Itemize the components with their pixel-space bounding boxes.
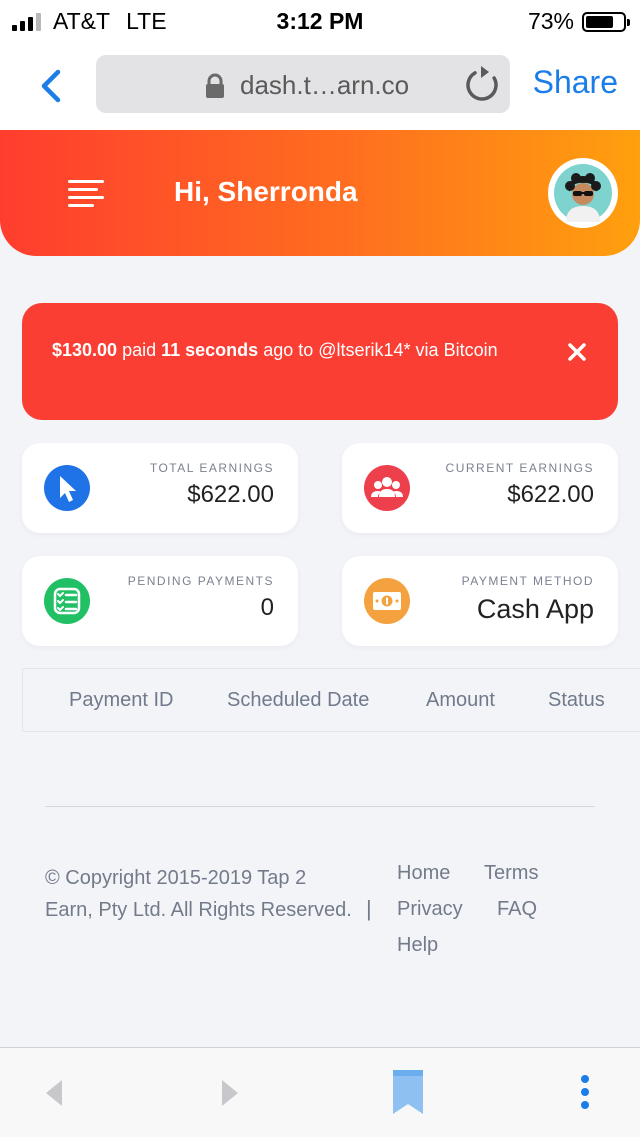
footer-separator: | — [366, 896, 372, 921]
greeting-title: Hi, Sherronda — [174, 176, 358, 207]
chevron-left-icon — [41, 69, 61, 103]
current-earnings-card: CURRENT EARNINGS $622.00 — [342, 443, 618, 533]
column-status[interactable]: Status — [548, 689, 605, 712]
current-earnings-label: CURRENT EARNINGS — [445, 461, 594, 475]
column-scheduled-date[interactable]: Scheduled Date — [227, 689, 369, 712]
avatar[interactable] — [548, 158, 618, 228]
total-earnings-card: TOTAL EARNINGS $622.00 — [22, 443, 298, 533]
status-bar: AT&T LTE 3:12 PM 73% — [0, 0, 640, 42]
alert-text-via: via — [410, 340, 444, 360]
pending-payments-label: PENDING PAYMENTS — [127, 574, 274, 588]
footer-link-privacy[interactable]: Privacy — [397, 898, 463, 921]
app-header: Hi, Sherronda — [0, 130, 640, 256]
cursor-icon — [44, 465, 90, 511]
battery-icon — [582, 11, 630, 32]
share-button[interactable]: Share — [533, 64, 618, 101]
back-arrow-icon[interactable] — [42, 1078, 64, 1108]
footer-divider — [45, 806, 595, 807]
alert-recipient: @ltserik14* — [318, 340, 411, 360]
column-amount[interactable]: Amount — [426, 689, 495, 712]
more-icon[interactable] — [578, 1074, 592, 1110]
url-text: dash.t…arn.co — [240, 70, 410, 100]
browser-address-bar: dash.t…arn.co Share — [0, 42, 640, 130]
user-avatar-icon — [554, 164, 612, 222]
alert-method: Bitcoin — [443, 340, 498, 360]
footer-link-help[interactable]: Help — [397, 934, 438, 957]
payment-method-value: Cash App — [476, 594, 594, 624]
footer-link-faq[interactable]: FAQ — [497, 898, 537, 921]
menu-icon[interactable] — [68, 180, 108, 210]
browser-toolbar — [0, 1047, 640, 1137]
footer-link-home[interactable]: Home — [397, 862, 450, 885]
checklist-icon — [44, 578, 90, 624]
battery-percent: 73% — [527, 8, 574, 34]
status-right: 73% — [527, 8, 630, 35]
url-field[interactable]: dash.t…arn.co — [96, 55, 510, 113]
bookmark-icon[interactable] — [391, 1068, 425, 1116]
copyright-text: © Copyright 2015-2019 Tap 2 Earn, Pty Lt… — [45, 867, 352, 921]
close-icon[interactable] — [566, 341, 588, 363]
alert-text-ago-to: ago to — [258, 340, 319, 360]
total-earnings-value: $622.00 — [187, 481, 274, 508]
alert-amount: $130.00 — [52, 340, 118, 360]
current-earnings-value: $622.00 — [507, 481, 594, 508]
pending-payments-card: PENDING PAYMENTS 0 — [22, 556, 298, 646]
reload-icon[interactable] — [462, 65, 502, 105]
payment-method-label: PAYMENT METHOD — [461, 574, 594, 588]
cash-icon — [364, 578, 410, 624]
forward-arrow-icon[interactable] — [220, 1078, 242, 1108]
footer-link-terms[interactable]: Terms — [484, 862, 538, 885]
alert-message: $130.00 paid 11 seconds ago to @ltserik1… — [52, 336, 522, 365]
users-icon — [364, 465, 410, 511]
back-button[interactable] — [30, 64, 74, 108]
alert-text-paid: paid — [117, 340, 162, 360]
column-payment-id[interactable]: Payment ID — [69, 689, 173, 712]
lock-icon — [206, 73, 224, 98]
pending-payments-value: 0 — [260, 594, 274, 621]
alert-time-ago: 11 seconds — [161, 340, 259, 360]
total-earnings-label: TOTAL EARNINGS — [149, 461, 274, 475]
payments-table-header: Payment ID Scheduled Date Amount Status — [22, 668, 640, 732]
payment-alert: $130.00 paid 11 seconds ago to @ltserik1… — [22, 303, 618, 420]
payment-method-card: PAYMENT METHOD Cash App — [342, 556, 618, 646]
